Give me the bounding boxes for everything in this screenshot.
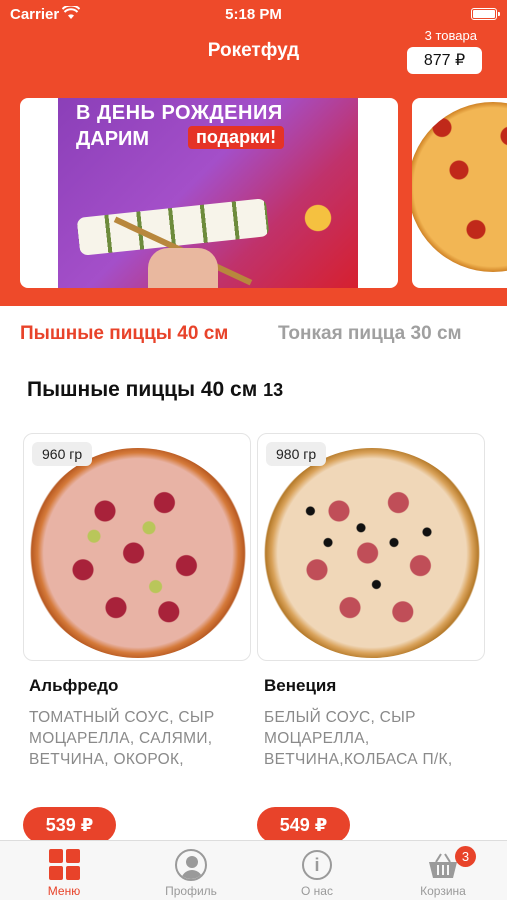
tabbar-item-cart[interactable]: 3 Корзина bbox=[383, 841, 503, 901]
banner-headline: В ДЕНЬ РОЖДЕНИЯ bbox=[76, 102, 283, 124]
category-tabs: Пышные пиццы 40 см Тонкая пицца 30 см bbox=[0, 306, 507, 364]
tab-thin-pizza[interactable]: Тонкая пицца 30 см bbox=[278, 323, 462, 345]
weight-badge: 960 гр bbox=[32, 442, 93, 466]
clock: 5:18 PM bbox=[225, 6, 282, 23]
product-card[interactable]: 960 гр bbox=[23, 433, 251, 661]
promo-banner-birthday[interactable]: В ДЕНЬ РОЖДЕНИЯ ДАРИМ подарки! bbox=[20, 98, 398, 288]
header: Carrier 5:18 PM Рокетфуд 3 товара 877 ₽ … bbox=[0, 0, 507, 306]
promo-banner-pizza[interactable] bbox=[412, 98, 507, 288]
profile-icon bbox=[175, 849, 207, 881]
banner-image: В ДЕНЬ РОЖДЕНИЯ ДАРИМ подарки! bbox=[58, 98, 358, 288]
tabbar-label: Меню bbox=[47, 884, 81, 898]
section-title: Пышные пиццы 40 см 13 bbox=[27, 378, 283, 402]
section-title-text: Пышные пиццы 40 см bbox=[27, 378, 258, 401]
cart-badge: 3 bbox=[455, 846, 476, 867]
price-button[interactable]: 549 ₽ bbox=[257, 807, 350, 843]
info-icon: i bbox=[302, 850, 332, 880]
confetti-decoration bbox=[288, 188, 348, 248]
tabbar-item-profile[interactable]: Профиль bbox=[131, 841, 251, 901]
tabbar-label: Профиль bbox=[165, 884, 217, 898]
tabbar-label: О нас bbox=[301, 884, 333, 898]
product-card[interactable]: 980 гр bbox=[257, 433, 485, 661]
product-name: Венеция bbox=[264, 676, 337, 695]
weight-badge: 980 гр bbox=[266, 442, 327, 466]
cart-total-button[interactable]: 877 ₽ bbox=[407, 47, 482, 74]
product-description: ТОМАТНЫЙ СОУС, СЫР МОЦАРЕЛЛА, САЛЯМИ, ВЕ… bbox=[29, 709, 215, 768]
product-description: БЕЛЫЙ СОУС, СЫР МОЦАРЕЛЛА, ВЕТЧИНА,КОЛБА… bbox=[264, 709, 453, 768]
product-image bbox=[262, 448, 482, 658]
battery-icon bbox=[471, 8, 500, 20]
status-bar: Carrier 5:18 PM bbox=[0, 0, 507, 28]
product-image bbox=[28, 448, 248, 658]
price-button[interactable]: 539 ₽ bbox=[23, 807, 116, 843]
bottom-tab-bar: Меню Профиль i О нас 3 Корзина bbox=[0, 840, 507, 900]
tabbar-item-about[interactable]: i О нас bbox=[257, 841, 377, 901]
section-count: 13 bbox=[263, 380, 284, 400]
banner-subline: ДАРИМ bbox=[76, 128, 150, 150]
tabbar-label: Корзина bbox=[420, 884, 466, 898]
menu-grid-icon bbox=[49, 849, 80, 880]
tabbar-item-menu[interactable]: Меню bbox=[4, 841, 124, 901]
product-name: Альфредо bbox=[29, 676, 119, 695]
banner-highlight: подарки! bbox=[188, 126, 285, 149]
tab-fluffy-pizza[interactable]: Пышные пиццы 40 см bbox=[20, 323, 228, 345]
cart-count: 3 товара bbox=[424, 28, 477, 43]
hand-image bbox=[148, 248, 218, 288]
pizza-image bbox=[412, 102, 507, 272]
